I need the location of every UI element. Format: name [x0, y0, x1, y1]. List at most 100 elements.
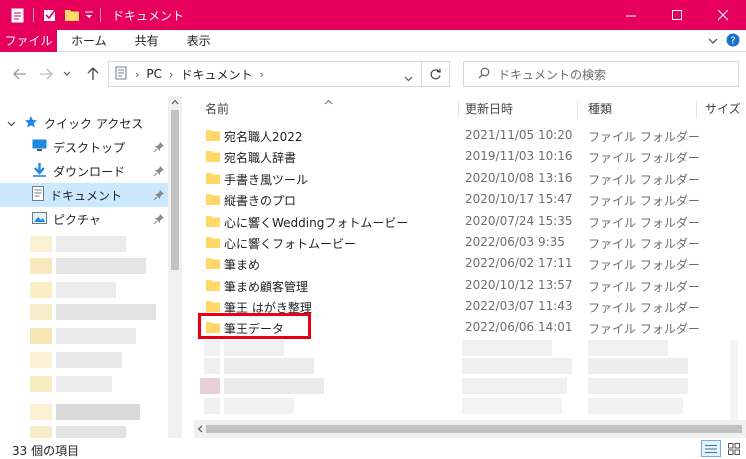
file-name: 筆まめ顧客管理 — [224, 280, 309, 294]
folder-icon — [206, 215, 220, 230]
table-row[interactable]: 筆まめ 2022/06/02 17:11 ファイル フォルダー — [194, 253, 746, 274]
breadcrumb-separator-icon[interactable]: › — [169, 68, 173, 81]
ribbon-right-controls: ? — [708, 30, 740, 52]
search-box[interactable]: ドキュメントの検索 — [463, 61, 739, 87]
file-date: 2022/06/02 17:11 — [465, 256, 573, 270]
up-arrow-icon[interactable] — [83, 64, 103, 84]
table-row[interactable]: 心に響くフォトムービー 2022/06/03 9:35 ファイル フォルダー — [194, 232, 746, 253]
pin-icon[interactable] — [153, 141, 164, 155]
details-view-icon — [705, 444, 717, 453]
sidebar-item-label: ピクチャ — [53, 212, 101, 227]
file-type: ファイル フォルダー — [588, 194, 700, 208]
large-icons-view-icon — [728, 442, 740, 455]
table-row[interactable]: 宛名職人2022 2021/11/05 10:20 ファイル フォルダー — [194, 125, 746, 146]
address-history-chevron-icon[interactable] — [404, 71, 413, 85]
column-divider[interactable] — [577, 100, 578, 118]
large-icons-view-button[interactable] — [724, 440, 744, 457]
sidebar-item-desktop[interactable]: デスクトップ — [0, 135, 168, 159]
file-name: 宛名職人2022 — [224, 130, 303, 144]
help-icon[interactable]: ? — [726, 33, 740, 50]
refresh-icon — [430, 68, 441, 79]
qat-separator — [100, 8, 101, 22]
file-date: 2020/10/08 13:16 — [465, 171, 573, 185]
address-bar[interactable]: › PC › ドキュメント › — [108, 61, 422, 87]
explorer-app-icon[interactable] — [6, 4, 28, 26]
file-name: 心に響くフォトムービー — [224, 237, 357, 251]
sidebar-quick-access-label: クイック アクセス — [44, 116, 144, 131]
minimize-button[interactable] — [608, 0, 654, 30]
sidebar-item-label: デスクトップ — [53, 140, 126, 155]
tab-file[interactable]: ファイル — [0, 29, 57, 52]
column-header-type[interactable]: 種類 — [588, 96, 612, 120]
folder-icon — [206, 279, 220, 294]
horizontal-scroll-thumb[interactable] — [206, 425, 742, 433]
file-date: 2020/10/17 15:47 — [465, 192, 573, 206]
refresh-button[interactable] — [422, 61, 450, 87]
table-row[interactable]: 筆まめ顧客管理 2020/10/12 13:57 ファイル フォルダー — [194, 275, 746, 296]
file-type: ファイル フォルダー — [588, 280, 700, 294]
properties-icon[interactable] — [39, 4, 61, 26]
new-folder-icon[interactable] — [61, 4, 83, 26]
breadcrumb-separator-icon[interactable]: › — [259, 68, 263, 81]
navigation-pane: クイック アクセス デスクトップ ダウンロード ドキュメント ピクチャ — [0, 96, 182, 438]
breadcrumb-documents[interactable]: ドキュメント — [180, 66, 252, 83]
file-date: 2021/11/05 10:20 — [465, 128, 573, 142]
table-row[interactable]: 手書き風ツール 2020/10/08 13:16 ファイル フォルダー — [194, 168, 746, 189]
maximize-button[interactable] — [654, 0, 700, 30]
file-type: ファイル フォルダー — [588, 173, 700, 187]
qat-separator — [33, 8, 34, 22]
file-date: 2022/06/03 9:35 — [465, 235, 565, 249]
pin-icon[interactable] — [153, 213, 164, 227]
recent-locations-chevron-icon[interactable] — [60, 64, 74, 84]
sidebar-item-pictures[interactable]: ピクチャ — [0, 207, 168, 231]
ribbon-expand-icon[interactable] — [708, 34, 718, 48]
back-arrow-icon[interactable] — [10, 64, 30, 84]
breadcrumb-separator-icon[interactable]: › — [135, 68, 139, 81]
sidebar-item-documents[interactable]: ドキュメント — [0, 183, 168, 207]
file-name: 宛名職人辞書 — [224, 151, 297, 165]
pin-icon[interactable] — [153, 165, 164, 179]
sidebar-item-downloads[interactable]: ダウンロード — [0, 159, 168, 183]
details-view-button[interactable] — [701, 440, 721, 457]
pin-icon[interactable] — [153, 189, 164, 203]
picture-icon — [32, 211, 47, 227]
search-placeholder: ドキュメントの検索 — [498, 67, 607, 82]
tab-home[interactable]: ホーム — [57, 30, 121, 52]
column-divider[interactable] — [696, 100, 697, 118]
sidebar-item-quick-access[interactable]: クイック アクセス — [0, 111, 168, 135]
title-bar[interactable]: ドキュメント — [0, 0, 746, 30]
table-row[interactable]: 宛名職人辞書 2019/11/03 10:16 ファイル フォルダー — [194, 146, 746, 167]
quick-access-star-icon — [24, 115, 38, 132]
file-date: 2022/06/06 14:01 — [465, 320, 573, 334]
qat-dropdown-icon[interactable] — [83, 4, 95, 26]
sidebar-item-label: ダウンロード — [53, 164, 126, 179]
column-divider[interactable] — [458, 100, 459, 118]
folder-icon — [206, 129, 220, 144]
navigation-pane-scroll-thumb[interactable] — [171, 110, 179, 270]
file-type: ファイル フォルダー — [588, 322, 700, 336]
navigation-pane-scrollbar[interactable] — [168, 96, 182, 438]
column-header-date[interactable]: 更新日時 — [465, 96, 513, 120]
folder-icon — [206, 257, 220, 272]
file-type: ファイル フォルダー — [588, 301, 700, 315]
scroll-up-icon — [171, 99, 179, 105]
horizontal-scrollbar[interactable] — [194, 420, 746, 438]
file-date: 2020/10/12 13:57 — [465, 278, 573, 292]
item-count: 33 個の項目 — [12, 444, 80, 458]
column-header-name[interactable]: 名前 — [205, 96, 229, 120]
search-icon — [478, 67, 490, 82]
quick-access-toolbar — [0, 0, 106, 30]
file-name: 筆まめ — [224, 258, 261, 272]
file-type: ファイル フォルダー — [588, 151, 700, 165]
table-row[interactable]: 心に響くWeddingフォトムービー 2020/07/24 15:35 ファイル… — [194, 211, 746, 232]
column-header-size[interactable]: サイズ — [705, 96, 741, 120]
tab-view[interactable]: 表示 — [173, 30, 225, 52]
table-row[interactable]: 縦書きのプロ 2020/10/17 15:47 ファイル フォルダー — [194, 189, 746, 210]
expand-chevron-icon[interactable] — [7, 116, 16, 130]
file-date: 2020/07/24 15:35 — [465, 214, 573, 228]
file-type: ファイル フォルダー — [588, 216, 700, 230]
forward-arrow-icon[interactable] — [36, 64, 56, 84]
tab-share[interactable]: 共有 — [121, 30, 173, 52]
breadcrumb-pc[interactable]: PC — [146, 67, 162, 81]
close-button[interactable] — [700, 0, 746, 30]
